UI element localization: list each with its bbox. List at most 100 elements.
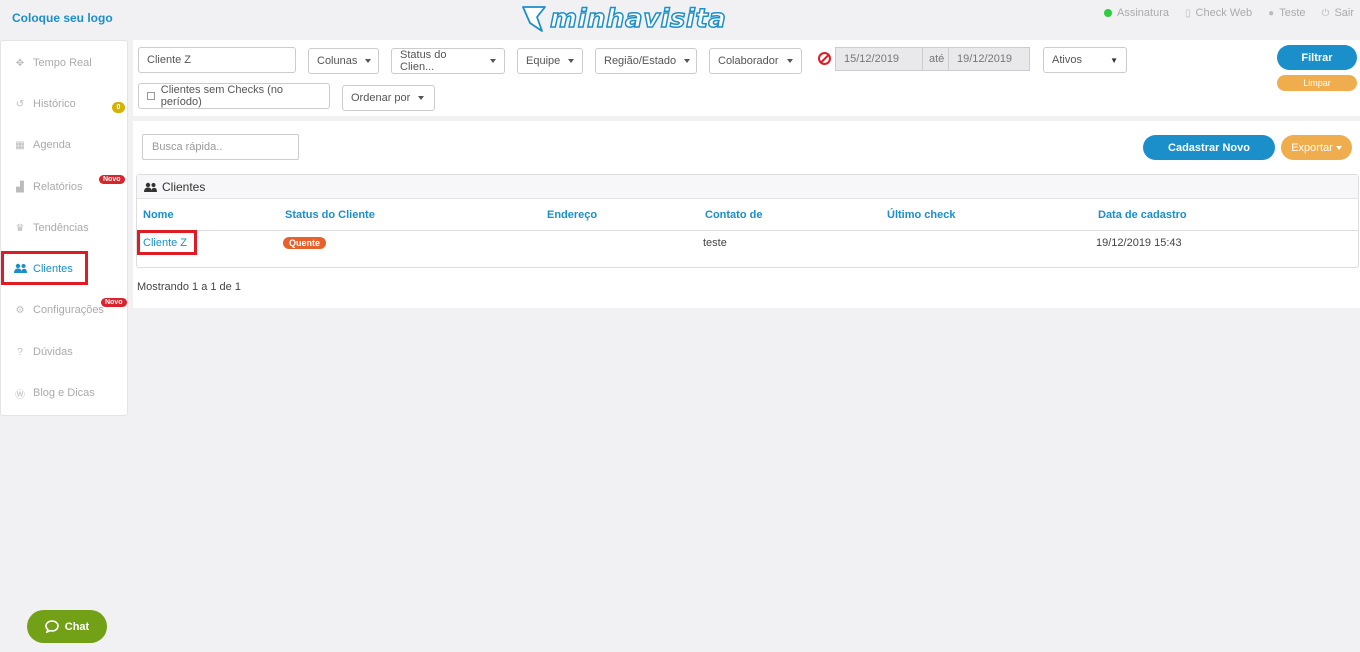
table-row: Cliente Z Quente teste 19/12/2019 15:43 xyxy=(137,232,1358,257)
brand-placeholder-link[interactable]: Coloque seu logo xyxy=(12,11,113,25)
filtrar-button[interactable]: Filtrar xyxy=(1277,45,1357,70)
ordenar-dropdown[interactable]: Ordenar por xyxy=(342,85,435,111)
mobile-icon: ▯ xyxy=(1185,7,1191,19)
status-dot-icon xyxy=(1104,9,1113,17)
client-search-input[interactable] xyxy=(138,47,296,73)
user-link[interactable]: ● Teste xyxy=(1268,7,1305,19)
table-title: Clientes xyxy=(162,179,206,194)
client-name-highlight-box xyxy=(137,230,197,255)
clients-panel: Cadastrar Novo Exportar Clientes Nome St… xyxy=(133,121,1360,308)
cogs-icon: ⚙ xyxy=(15,304,25,316)
check-web-link[interactable]: ▯ Check Web xyxy=(1185,7,1252,19)
trophy-icon: ♛ xyxy=(15,222,25,234)
crosshair-icon: ✥ xyxy=(15,57,25,69)
sidebar-item-label: Tendências xyxy=(33,222,89,234)
sidebar-item-tendencias[interactable]: ♛ Tendências xyxy=(1,213,127,243)
sidebar-item-label: Dúvidas xyxy=(33,346,73,358)
sidebar-item-blog[interactable]: Ⓦ Blog e Dicas xyxy=(1,378,127,408)
exportar-button[interactable]: Exportar xyxy=(1281,135,1352,160)
sidebar-item-label: Configurações xyxy=(33,304,104,316)
colaborador-label: Colaborador xyxy=(718,55,779,67)
history-icon: ↺ xyxy=(15,98,25,110)
historico-count-badge: 0 xyxy=(112,102,125,113)
date-to-field[interactable]: 19/12/2019 xyxy=(948,47,1030,71)
logout-link[interactable]: ⏻ Sair xyxy=(1322,7,1354,19)
caret-down-icon xyxy=(684,59,691,63)
wordpress-icon: Ⓦ xyxy=(15,389,25,401)
ordenar-label: Ordenar por xyxy=(351,92,411,104)
sidebar-item-label: Histórico xyxy=(33,98,76,110)
col-data-cadastro[interactable]: Data de cadastro xyxy=(1098,209,1187,221)
equipe-label: Equipe xyxy=(526,55,561,67)
relatorios-new-badge: Novo xyxy=(99,175,125,184)
logout-label: Sair xyxy=(1334,7,1354,19)
user-label: Teste xyxy=(1279,7,1306,19)
caret-down-icon xyxy=(786,59,793,63)
caret-down-icon xyxy=(490,59,496,63)
sidebar-item-label: Blog e Dicas xyxy=(33,387,95,399)
check-web-label: Check Web xyxy=(1195,7,1253,19)
colunas-label: Colunas xyxy=(317,55,358,67)
exportar-label: Exportar xyxy=(1291,141,1333,154)
client-contact: teste xyxy=(703,237,727,249)
ativos-select[interactable]: Ativos ▼ xyxy=(1043,47,1127,73)
limpar-button[interactable]: Limpar xyxy=(1277,75,1357,91)
top-links: Assinatura ▯ Check Web ● Teste ⏻ Sair xyxy=(1104,7,1354,19)
area-chart-icon: ▟ xyxy=(16,181,24,193)
quick-search-input[interactable] xyxy=(142,134,299,160)
checkbox-icon xyxy=(147,92,155,100)
user-icon: ● xyxy=(1268,7,1275,19)
col-status[interactable]: Status do Cliente xyxy=(285,209,375,221)
clear-dates-icon[interactable] xyxy=(818,52,831,65)
sidebar-item-duvidas[interactable]: ? Dúvidas xyxy=(1,337,127,367)
sidebar-item-tempo-real[interactable]: ✥ Tempo Real xyxy=(1,48,127,78)
regiao-dropdown[interactable]: Região/Estado xyxy=(595,48,697,74)
configuracoes-new-badge: Novo xyxy=(101,298,127,307)
status-dropdown[interactable]: Status do Clien... xyxy=(391,48,505,74)
minhavisita-logo[interactable]: minhavisita xyxy=(520,2,727,36)
assinatura-link[interactable]: Assinatura xyxy=(1104,7,1169,19)
assinatura-label: Assinatura xyxy=(1117,7,1169,19)
chat-bubble-icon xyxy=(44,620,59,633)
colunas-dropdown[interactable]: Colunas xyxy=(308,48,379,74)
table-title-bar: Clientes xyxy=(137,175,1358,199)
logo-text: minhavisita xyxy=(549,3,727,35)
equipe-dropdown[interactable]: Equipe xyxy=(517,48,583,74)
caret-down-icon xyxy=(1335,145,1342,150)
regiao-label: Região/Estado xyxy=(604,55,677,67)
pagination-info: Mostrando 1 a 1 de 1 xyxy=(137,281,241,293)
map-flag-icon xyxy=(522,6,546,32)
clients-table: Clientes Nome Status do Cliente Endereço… xyxy=(136,174,1359,268)
sidebar: ✥ Tempo Real ↺ Histórico ▦ Agenda ▟ Rela… xyxy=(0,40,128,416)
client-created-date: 19/12/2019 15:43 xyxy=(1096,237,1182,249)
sidebar-item-label: Agenda xyxy=(33,139,71,151)
top-bar: Coloque seu logo minhavisita Assinatura … xyxy=(0,0,1360,36)
status-label: Status do Clien... xyxy=(400,49,447,73)
chat-button[interactable]: Chat xyxy=(27,610,107,643)
col-contato[interactable]: Contato de xyxy=(705,209,762,221)
ativos-label: Ativos xyxy=(1052,54,1082,66)
users-icon xyxy=(144,182,157,192)
power-icon: ⏻ xyxy=(1321,7,1330,19)
question-icon: ? xyxy=(17,346,23,358)
col-endereco[interactable]: Endereço xyxy=(547,209,597,221)
caret-down-icon xyxy=(418,96,425,100)
caret-down-icon xyxy=(568,59,575,63)
sidebar-item-label: Relatórios xyxy=(33,181,83,193)
clientes-highlight-box xyxy=(1,251,88,285)
sem-checks-checkbox[interactable]: Clientes sem Checks (no período) xyxy=(138,83,330,109)
caret-down-icon xyxy=(365,59,372,63)
filter-panel: Colunas Status do Clien... Equipe Região… xyxy=(133,40,1360,116)
sidebar-item-agenda[interactable]: ▦ Agenda xyxy=(1,130,127,160)
calendar-icon: ▦ xyxy=(15,139,25,151)
chat-label: Chat xyxy=(64,620,90,633)
date-separator: até xyxy=(922,47,949,71)
table-header-row: Nome Status do Cliente Endereço Contato … xyxy=(137,206,1358,231)
cadastrar-novo-button[interactable]: Cadastrar Novo xyxy=(1143,135,1275,160)
sem-checks-label: Clientes sem Checks (no período) xyxy=(160,84,284,108)
col-ultimo-check[interactable]: Último check xyxy=(887,209,955,221)
date-from-field[interactable]: 15/12/2019 xyxy=(835,47,923,71)
col-nome[interactable]: Nome xyxy=(143,209,174,221)
sidebar-item-historico[interactable]: ↺ Histórico xyxy=(1,89,127,119)
colaborador-dropdown[interactable]: Colaborador xyxy=(709,48,802,74)
